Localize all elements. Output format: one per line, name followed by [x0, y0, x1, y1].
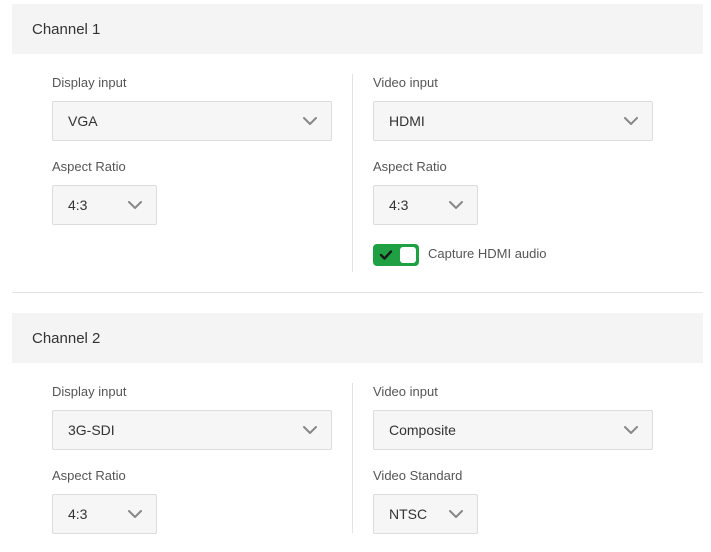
channel-1-header: Channel 1 — [12, 4, 703, 54]
ch2-video-input-label: Video input — [373, 384, 438, 399]
ch2-video-input-select[interactable]: Composite — [373, 410, 653, 450]
ch2-display-aspect-value: 4:3 — [68, 506, 88, 522]
ch1-display-aspect-select[interactable]: 4:3 — [52, 185, 157, 225]
channel-section-divider — [12, 292, 703, 293]
ch1-video-input-value: HDMI — [389, 113, 425, 129]
ch2-display-aspect-select[interactable]: 4:3 — [52, 494, 157, 534]
chevron-down-icon — [128, 510, 142, 518]
ch1-video-aspect-value: 4:3 — [389, 197, 409, 213]
checkmark-icon — [379, 250, 393, 260]
channel-2-title: Channel 2 — [32, 329, 101, 347]
ch2-display-input-label: Display input — [52, 384, 127, 399]
toggle-knob — [400, 247, 416, 263]
channel-2-header: Channel 2 — [12, 313, 703, 363]
channel-1-column-divider — [352, 74, 353, 272]
channel-1-title: Channel 1 — [32, 20, 101, 38]
ch1-display-input-value: VGA — [68, 113, 98, 129]
ch2-display-input-select[interactable]: 3G-SDI — [52, 410, 332, 450]
ch1-display-aspect-label: Aspect Ratio — [52, 159, 126, 174]
ch1-display-input-label: Display input — [52, 75, 127, 90]
ch1-video-input-label: Video input — [373, 75, 438, 90]
ch1-display-input-select[interactable]: VGA — [52, 101, 332, 141]
chevron-down-icon — [624, 117, 638, 125]
chevron-down-icon — [303, 426, 317, 434]
ch1-video-input-select[interactable]: HDMI — [373, 101, 653, 141]
ch2-video-input-value: Composite — [389, 422, 456, 438]
capture-hdmi-audio-toggle[interactable] — [373, 244, 419, 266]
ch1-video-aspect-label: Aspect Ratio — [373, 159, 447, 174]
ch1-display-aspect-value: 4:3 — [68, 197, 88, 213]
ch2-video-standard-select[interactable]: NTSC — [373, 494, 478, 534]
ch2-display-input-value: 3G-SDI — [68, 422, 115, 438]
chevron-down-icon — [624, 426, 638, 434]
ch2-video-standard-value: NTSC — [389, 506, 428, 522]
channel-2-column-divider — [352, 383, 353, 533]
ch1-video-aspect-select[interactable]: 4:3 — [373, 185, 478, 225]
capture-hdmi-audio-label: Capture HDMI audio — [428, 246, 547, 261]
chevron-down-icon — [449, 201, 463, 209]
chevron-down-icon — [128, 201, 142, 209]
ch2-display-aspect-label: Aspect Ratio — [52, 468, 126, 483]
chevron-down-icon — [449, 510, 463, 518]
chevron-down-icon — [303, 117, 317, 125]
ch2-video-standard-label: Video Standard — [373, 468, 463, 483]
